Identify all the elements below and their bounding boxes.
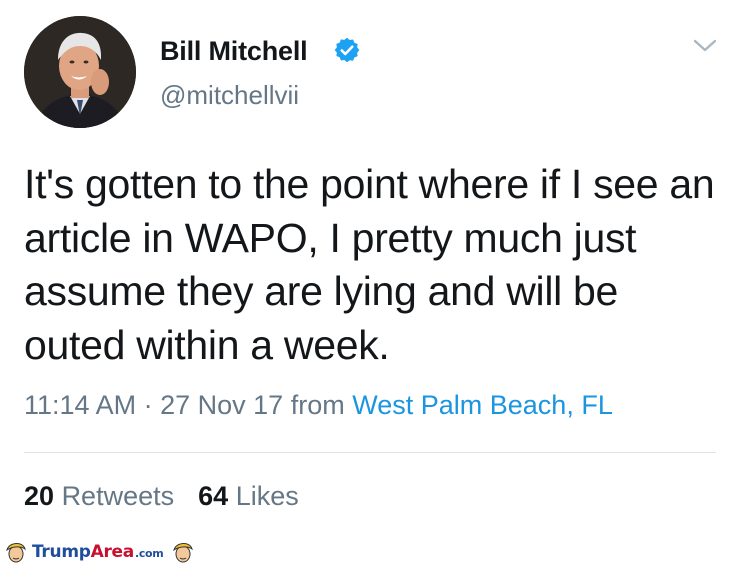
tweet-date[interactable]: 27 Nov 17 <box>160 390 283 420</box>
likes-stat[interactable]: 64 Likes <box>198 481 299 511</box>
chevron-down-icon[interactable] <box>692 36 718 56</box>
watermark: TrumpArea.com <box>4 539 195 565</box>
tweet-meta: 11:14 AM · 27 Nov 17 from West Palm Beac… <box>24 390 613 421</box>
display-name[interactable]: Bill Mitchell <box>160 36 308 67</box>
verified-badge-icon <box>334 37 360 63</box>
user-handle[interactable]: @mitchellvii <box>160 80 299 111</box>
meta-separator: · <box>143 390 153 420</box>
from-label: from <box>290 390 345 420</box>
cartoon-face-icon <box>6 543 26 563</box>
watermark-area: Area <box>90 542 135 562</box>
retweets-stat[interactable]: 20 Retweets <box>24 481 174 511</box>
tweet-stats: 20 Retweets 64 Likes <box>24 481 299 512</box>
tweet-text: It's gotten to the point where if I see … <box>24 161 715 368</box>
divider <box>24 452 716 453</box>
watermark-dotcom: .com <box>134 547 164 560</box>
cartoon-face-icon <box>173 543 194 563</box>
location-link[interactable]: West Palm Beach, FL <box>352 390 613 420</box>
avatar-image <box>24 16 136 128</box>
watermark-text: TrumpArea.com <box>32 542 164 562</box>
avatar[interactable] <box>24 16 136 128</box>
likes-count: 64 <box>198 481 229 511</box>
tweet-time[interactable]: 11:14 AM <box>24 390 136 420</box>
retweets-label: Retweets <box>61 481 175 511</box>
retweets-count: 20 <box>24 481 55 511</box>
watermark-trump: Trump <box>32 542 91 562</box>
likes-label: Likes <box>235 481 299 511</box>
